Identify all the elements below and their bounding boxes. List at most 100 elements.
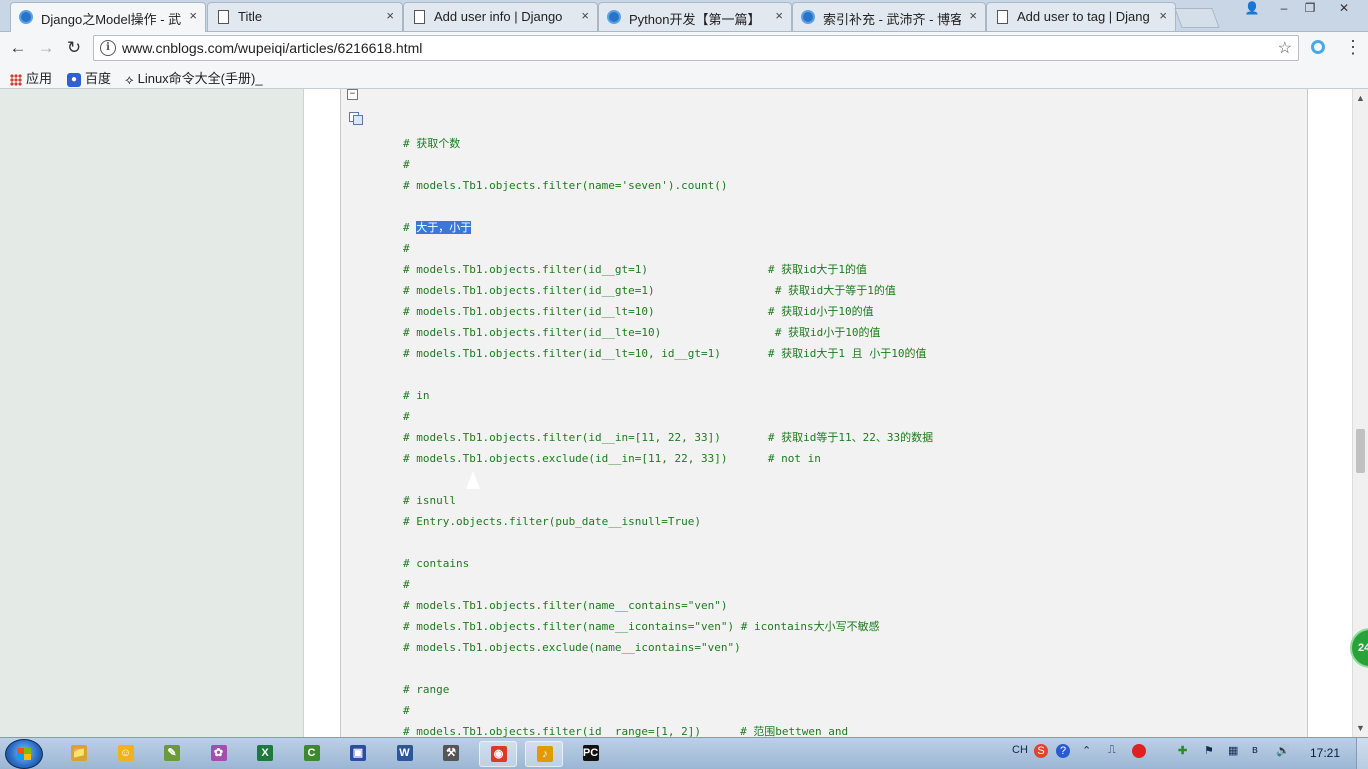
bluetooth-icon[interactable]: ʙ bbox=[1252, 744, 1258, 756]
sogou-input-icon[interactable]: S bbox=[1034, 744, 1048, 758]
code-comment: # not in bbox=[767, 452, 821, 465]
url-text[interactable]: www.cnblogs.com/wupeiqi/articles/6216618… bbox=[122, 40, 422, 56]
code-line: # in bbox=[403, 389, 430, 403]
restore-button[interactable]: ❐ bbox=[1296, 0, 1324, 18]
code-line: # models.Tb1.objects.filter(name__iconta… bbox=[403, 620, 880, 634]
code-text: # models.Tb1.objects.filter(id__range=[1… bbox=[403, 725, 702, 737]
chrome-menu-icon[interactable]: ⋮ bbox=[1344, 37, 1362, 58]
taskbar-tools-button[interactable]: ⚒ bbox=[432, 741, 470, 767]
taskbar-camtasia-button[interactable]: C bbox=[293, 741, 331, 767]
windows-taskbar: 📁 ☺ ✎ ✿ X C ▣ W ⚒ ◉ ♪ PC CH S ? ⌃ ⎍ ✚ ⚑ ▦ ʙ 🔊 17:21 bbox=[0, 737, 1368, 769]
tab-close-icon[interactable]: × bbox=[1159, 8, 1167, 23]
action-center-icon[interactable]: ⚑ bbox=[1204, 744, 1214, 757]
paint-icon: ✿ bbox=[210, 745, 227, 761]
extension-icon[interactable] bbox=[1311, 40, 1325, 54]
code-text: # bbox=[403, 158, 410, 171]
taskbar-paint-button[interactable]: ✿ bbox=[200, 741, 238, 767]
scroll-up-arrow-icon[interactable]: ▲ bbox=[1355, 93, 1366, 103]
page-icon bbox=[414, 10, 425, 24]
user-profile-icon[interactable]: 👤 bbox=[1238, 0, 1266, 18]
tab-close-icon[interactable]: × bbox=[775, 8, 783, 23]
browser-tab[interactable]: Python开发【第一篇】 × bbox=[598, 2, 792, 31]
page-icon bbox=[997, 10, 1008, 24]
apps-grid-icon bbox=[10, 73, 22, 86]
taskbar-save-button[interactable]: ▣ bbox=[339, 741, 377, 767]
code-comment: # 获取id大于等于1的值 bbox=[774, 284, 896, 297]
code-line: # models.Tb1.objects.filter(id__in=[11, … bbox=[403, 431, 933, 445]
tab-title: Add user info | Django bbox=[434, 9, 563, 24]
tab-title: Django之Model操作 - 武 bbox=[41, 12, 181, 27]
taskbar-word-button[interactable]: W bbox=[386, 741, 424, 767]
collapse-code-button[interactable]: − bbox=[347, 89, 358, 100]
browser-tab[interactable]: Add user to tag | Djang × bbox=[986, 2, 1176, 31]
forward-button[interactable]: → bbox=[36, 38, 56, 58]
start-button[interactable] bbox=[5, 739, 43, 769]
tab-close-icon[interactable]: × bbox=[386, 8, 394, 23]
code-line: # bbox=[403, 242, 410, 256]
code-line: # 大于，小于 bbox=[403, 221, 472, 234]
article-column: − # 获取个数 # # models.Tb1.objects.filter(nam… bbox=[304, 89, 1344, 737]
back-button[interactable]: ← bbox=[8, 38, 28, 58]
code-text: # isnull bbox=[403, 494, 456, 507]
browser-tab[interactable]: 索引补充 - 武沛齐 - 博客 × bbox=[792, 2, 986, 31]
site-info-icon[interactable]: i bbox=[100, 40, 116, 56]
notepad-icon: ✎ bbox=[164, 745, 180, 761]
save-icon: ▣ bbox=[350, 745, 366, 761]
browser-tab[interactable]: Add user info | Django × bbox=[403, 2, 598, 31]
code-line: # models.Tb1.objects.filter(id__gt=1) # 获… bbox=[403, 263, 867, 277]
taskbar-pycharm-button[interactable]: PC bbox=[572, 741, 610, 767]
close-window-button[interactable]: ✕ bbox=[1326, 0, 1362, 18]
volume-icon[interactable]: 🔊 bbox=[1276, 744, 1290, 757]
taskbar-chrome-button[interactable]: ◉ bbox=[478, 741, 517, 767]
windows-logo-icon bbox=[17, 748, 31, 760]
code-text: # 获取个数 bbox=[403, 137, 461, 150]
help-icon[interactable]: ? bbox=[1056, 744, 1070, 758]
code-line: # models.Tb1.objects.filter(id__range=[1… bbox=[403, 725, 848, 737]
code-text: # models.Tb1.objects.filter(id__in=[11, … bbox=[403, 431, 721, 444]
tab-close-icon[interactable]: × bbox=[969, 8, 977, 23]
code-line: # models.Tb1.objects.filter(id__lt=10) # … bbox=[403, 305, 874, 319]
network-icon[interactable]: ▦ bbox=[1228, 744, 1238, 757]
show-desktop-button[interactable] bbox=[1356, 738, 1368, 769]
bookmark-linux[interactable]: ⟡ Linux命令大全(手册)_ bbox=[125, 68, 263, 88]
code-line: # isnull bbox=[403, 494, 456, 508]
code-line: # models.Tb1.objects.filter(name='seven'… bbox=[403, 179, 728, 193]
code-text: # bbox=[403, 242, 410, 255]
input-language-indicator[interactable]: CH bbox=[1012, 744, 1028, 756]
code-text: # models.Tb1.objects.filter(id__gte=1) bbox=[403, 284, 655, 297]
browser-tab[interactable]: Django之Model操作 - 武 × bbox=[10, 2, 206, 32]
cnblogs-icon bbox=[19, 10, 33, 24]
copy-code-icon[interactable] bbox=[349, 112, 363, 125]
bookmark-baidu[interactable]: ● 百度 bbox=[67, 68, 111, 87]
tray-expand-icon[interactable]: ⌃ bbox=[1082, 744, 1091, 757]
code-text: # contains bbox=[403, 557, 470, 570]
address-bar[interactable]: i www.cnblogs.com/wupeiqi/articles/62166… bbox=[93, 35, 1299, 61]
reload-button[interactable]: ↻ bbox=[64, 38, 84, 58]
scroll-down-arrow-icon[interactable]: ▼ bbox=[1355, 723, 1366, 733]
taskbar-qq-button[interactable]: ☺ bbox=[107, 741, 145, 767]
security-icon[interactable]: ✚ bbox=[1178, 744, 1187, 757]
code-line: # models.Tb1.objects.filter(name__contai… bbox=[403, 599, 728, 613]
code-line: # bbox=[403, 158, 410, 172]
record-icon[interactable] bbox=[1132, 744, 1146, 758]
new-tab-button[interactable] bbox=[1174, 8, 1220, 28]
browser-toolbar: ← → ↻ i www.cnblogs.com/wupeiqi/articles… bbox=[0, 32, 1368, 64]
minimize-button[interactable]: – bbox=[1270, 0, 1298, 18]
bookmark-star-icon[interactable]: ☆ bbox=[1278, 38, 1292, 58]
tools-icon: ⚒ bbox=[443, 745, 459, 761]
taskbar-excel-button[interactable]: X bbox=[246, 741, 284, 767]
tab-close-icon[interactable]: × bbox=[189, 8, 197, 23]
code-comment: # 获取id大于1的值 bbox=[767, 263, 867, 276]
system-clock[interactable]: 17:21 bbox=[1310, 746, 1340, 760]
tab-close-icon[interactable]: × bbox=[581, 8, 589, 23]
taskbar-notepad-button[interactable]: ✎ bbox=[153, 741, 191, 767]
taskbar-explorer-button[interactable]: 📁 bbox=[60, 741, 98, 767]
scrollbar-thumb[interactable] bbox=[1356, 429, 1365, 473]
code-text: # models.Tb1.objects.filter(name='seven'… bbox=[403, 179, 728, 192]
code-text: # bbox=[403, 704, 410, 717]
browser-tab[interactable]: Title × bbox=[207, 2, 403, 31]
taskbar-audio-button[interactable]: ♪ bbox=[525, 741, 563, 767]
bookmark-apps[interactable]: 应用 bbox=[10, 68, 52, 87]
usb-icon[interactable]: ⎍ bbox=[1108, 744, 1116, 757]
left-margin bbox=[0, 89, 304, 737]
